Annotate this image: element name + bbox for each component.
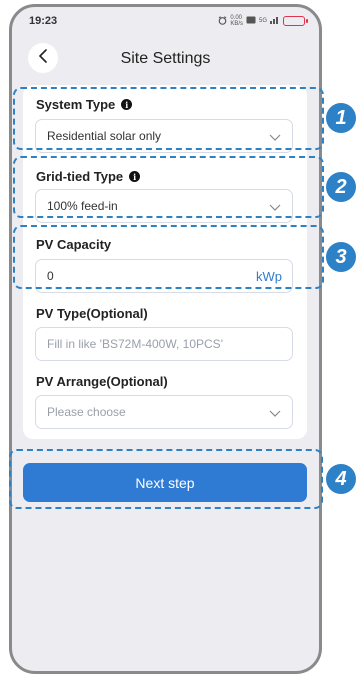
network-type: 5G	[258, 18, 267, 24]
annotation-badge-3: 3	[326, 242, 356, 272]
annotation-box-1	[13, 87, 324, 150]
annotation-box-3	[13, 225, 324, 289]
hd-icon	[246, 16, 256, 26]
status-bar: 19:23 0.00 KB/s 5G	[12, 7, 319, 35]
status-icons: 0.00 KB/s 5G	[218, 15, 308, 27]
status-time: 19:23	[29, 15, 58, 27]
pv-type-label: PV Type(Optional)	[36, 306, 148, 321]
annotation-badge-4: 4	[326, 464, 356, 494]
header: Site Settings	[12, 39, 319, 79]
battery-icon	[283, 16, 308, 26]
annotation-badge-2: 2	[326, 172, 356, 202]
page-title: Site Settings	[120, 50, 211, 67]
pv-arrange-select[interactable]: Please choose	[35, 395, 293, 429]
signal-icon	[270, 16, 280, 26]
pv-arrange-label: PV Arrange(Optional)	[36, 374, 168, 389]
network-speed: 0.00 KB/s	[230, 15, 243, 27]
annotation-box-4	[9, 449, 323, 509]
pv-type-input[interactable]: Fill in like 'BS72M-400W, 10PCS'	[35, 327, 293, 361]
annotation-badge-1: 1	[326, 103, 356, 133]
annotation-box-2	[13, 156, 324, 218]
alarm-icon	[218, 15, 227, 27]
chevron-down-icon	[269, 407, 281, 421]
